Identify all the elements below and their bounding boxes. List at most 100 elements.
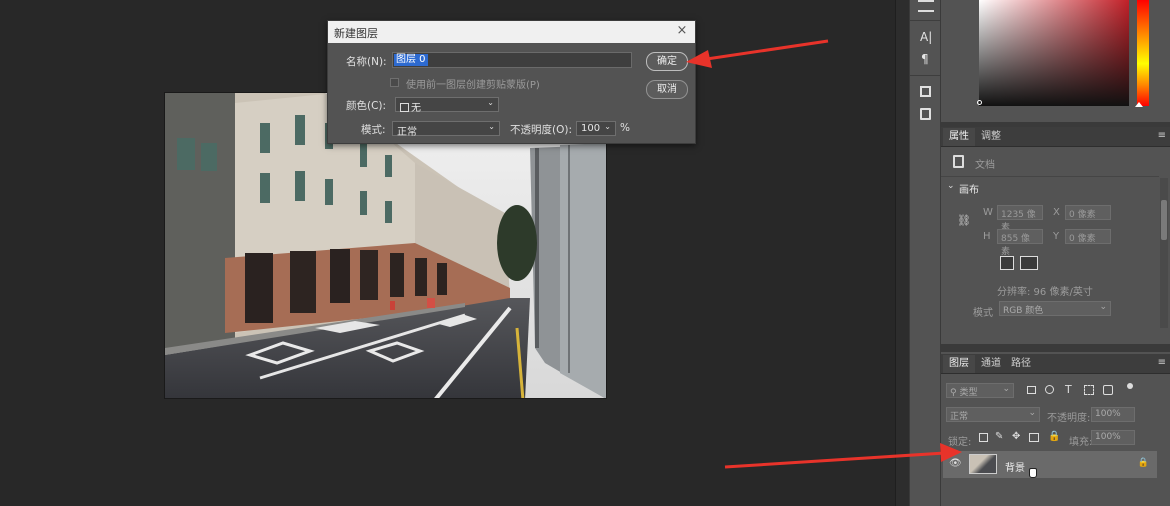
ok-button[interactable]: 确定 [646, 52, 688, 71]
pixel-filter-icon[interactable] [1027, 386, 1036, 394]
layer-opacity-label: 不透明度: [1047, 413, 1091, 424]
arrow-to-ok-button [699, 39, 829, 62]
color-mode-select[interactable]: RGB 颜色 ⌄ [999, 301, 1111, 316]
mode-select-value: 正常 [397, 127, 417, 138]
y-input[interactable]: 0 像素 [1065, 229, 1111, 244]
divider [910, 20, 940, 21]
hue-handle-icon[interactable] [1135, 102, 1143, 107]
tab-paths[interactable]: 路径 [1005, 355, 1037, 373]
fill-input[interactable]: 100% [1091, 430, 1135, 445]
character-icon[interactable]: A| [920, 30, 932, 44]
image-icon[interactable] [920, 86, 931, 97]
mouse-cursor-icon [1029, 468, 1037, 478]
lock-position-icon[interactable]: ✥ [1012, 431, 1020, 442]
panel-separator [941, 344, 1170, 352]
width-input[interactable]: 1235 像素 [997, 205, 1043, 233]
layer-name-input[interactable]: 图层 0 [392, 52, 632, 68]
smart-object-filter-icon[interactable] [1103, 385, 1113, 395]
opacity-label: 不透明度(O): [510, 124, 572, 136]
document-icon [953, 155, 964, 168]
lock-icon: 🔒 [1137, 458, 1149, 468]
tab-layers[interactable]: 图层 [943, 355, 975, 373]
close-icon[interactable]: × [675, 23, 689, 39]
hue-slider[interactable] [1137, 0, 1149, 106]
width-label: W [983, 207, 993, 218]
chevron-down-icon: ⌄ [604, 122, 611, 131]
lock-pixels-icon[interactable]: ✎ [995, 431, 1003, 442]
y-label: Y [1053, 231, 1060, 242]
new-layer-dialog: 新建图层 × 名称(N): 图层 0 使用前一图层创建剪贴蒙版(P) 颜色(C)… [327, 20, 696, 144]
color-select-value: 无 [411, 103, 421, 114]
note-icon[interactable] [920, 108, 931, 120]
shape-filter-icon[interactable] [1084, 385, 1094, 395]
height-input[interactable]: 855 像素 [997, 229, 1043, 257]
lock-artboard-icon[interactable] [1029, 433, 1039, 442]
paragraph-icon[interactable]: ¶ [921, 52, 929, 66]
layer-filter-value: 类型 [959, 388, 978, 398]
fill-label: 填充: [1069, 437, 1093, 448]
layers-tab-bar: 图层 通道 路径 ≡ [941, 354, 1170, 374]
blend-mode-value: 正常 [950, 412, 969, 422]
layer-name: 背景 [1005, 463, 1025, 474]
layer-filter-select[interactable]: ⚲ 类型 ⌄ [946, 383, 1014, 398]
lock-label: 锁定: [948, 437, 972, 448]
link-icon[interactable]: ⛓ [957, 214, 971, 227]
layer-name-selected-text: 图层 0 [394, 54, 428, 66]
x-label: X [1053, 207, 1060, 218]
color-mode-value: RGB 颜色 [1003, 306, 1044, 316]
portrait-orientation-icon[interactable] [1000, 256, 1014, 270]
panel-menu-icon[interactable]: ≡ [1158, 357, 1166, 368]
name-label: 名称(N): [346, 56, 387, 68]
layer-thumbnail [969, 454, 997, 474]
tab-adjustments[interactable]: 调整 [975, 128, 1007, 146]
properties-scrollbar[interactable] [1160, 178, 1168, 328]
panel-icon-strip: A| ¶ [909, 0, 941, 506]
resolution-text: 分辨率: 96 像素/英寸 [997, 287, 1093, 298]
height-label: H [983, 231, 991, 242]
adjust-icon[interactable] [918, 0, 934, 12]
tab-properties[interactable]: 属性 [943, 128, 975, 146]
layer-opacity-input[interactable]: 100% [1091, 407, 1135, 422]
color-mode-label: 模式 [973, 308, 993, 319]
canvas-section-title: 画布 [959, 185, 979, 196]
color-picker-field[interactable] [979, 0, 1129, 106]
color-select[interactable]: 无 ⌄ [395, 97, 499, 114]
opacity-value: 100 [581, 123, 601, 134]
color-picker-handle[interactable] [977, 100, 982, 105]
chevron-down-icon: ⌄ [1099, 302, 1107, 312]
lock-transparent-icon[interactable] [979, 433, 988, 442]
divider [910, 75, 940, 76]
blend-mode-select[interactable]: 正常 ⌄ [946, 407, 1040, 422]
mode-label: 模式: [361, 124, 386, 136]
tab-channels[interactable]: 通道 [975, 355, 1007, 373]
properties-tab-bar: 属性 调整 ≡ [941, 127, 1170, 147]
chevron-down-icon: ⌄ [1002, 384, 1010, 394]
color-swatch-icon [400, 103, 409, 112]
x-input[interactable]: 0 像素 [1065, 205, 1111, 220]
chevron-down-icon: ⌄ [1028, 408, 1036, 418]
dialog-title: 新建图层 [328, 21, 695, 43]
percent-label: % [620, 122, 630, 134]
clip-mask-label: 使用前一图层创建剪贴蒙版(P) [406, 80, 540, 91]
color-label: 颜色(C): [346, 100, 387, 112]
adjustment-filter-icon[interactable] [1045, 385, 1054, 394]
filter-toggle-icon[interactable] [1127, 383, 1133, 389]
chevron-down-icon[interactable]: ⌄ [947, 181, 955, 191]
cancel-button[interactable]: 取消 [646, 80, 688, 99]
layer-row-background[interactable]: 👁 背景 🔒 [943, 451, 1157, 478]
opacity-input[interactable]: 100 ⌄ [576, 121, 616, 136]
chevron-down-icon: ⌄ [487, 98, 494, 107]
divider [941, 176, 1159, 177]
clip-mask-checkbox[interactable] [390, 78, 399, 87]
right-panel: 属性 调整 ≡ 文档 ⌄ 画布 ⛓ W 1235 像素 X 0 像素 H 855… [941, 0, 1170, 506]
lock-all-icon[interactable]: 🔒 [1048, 431, 1060, 442]
chevron-down-icon: ⌄ [488, 122, 495, 131]
mode-select[interactable]: 正常 ⌄ [392, 121, 500, 138]
landscape-orientation-icon[interactable] [1020, 256, 1038, 270]
document-label: 文档 [975, 160, 995, 171]
panel-menu-icon[interactable]: ≡ [1158, 130, 1166, 141]
scrollbar-thumb[interactable] [1161, 200, 1167, 240]
eye-icon[interactable]: 👁 [949, 458, 962, 469]
panel-gutter [895, 0, 909, 506]
type-filter-icon[interactable]: T [1065, 383, 1072, 396]
